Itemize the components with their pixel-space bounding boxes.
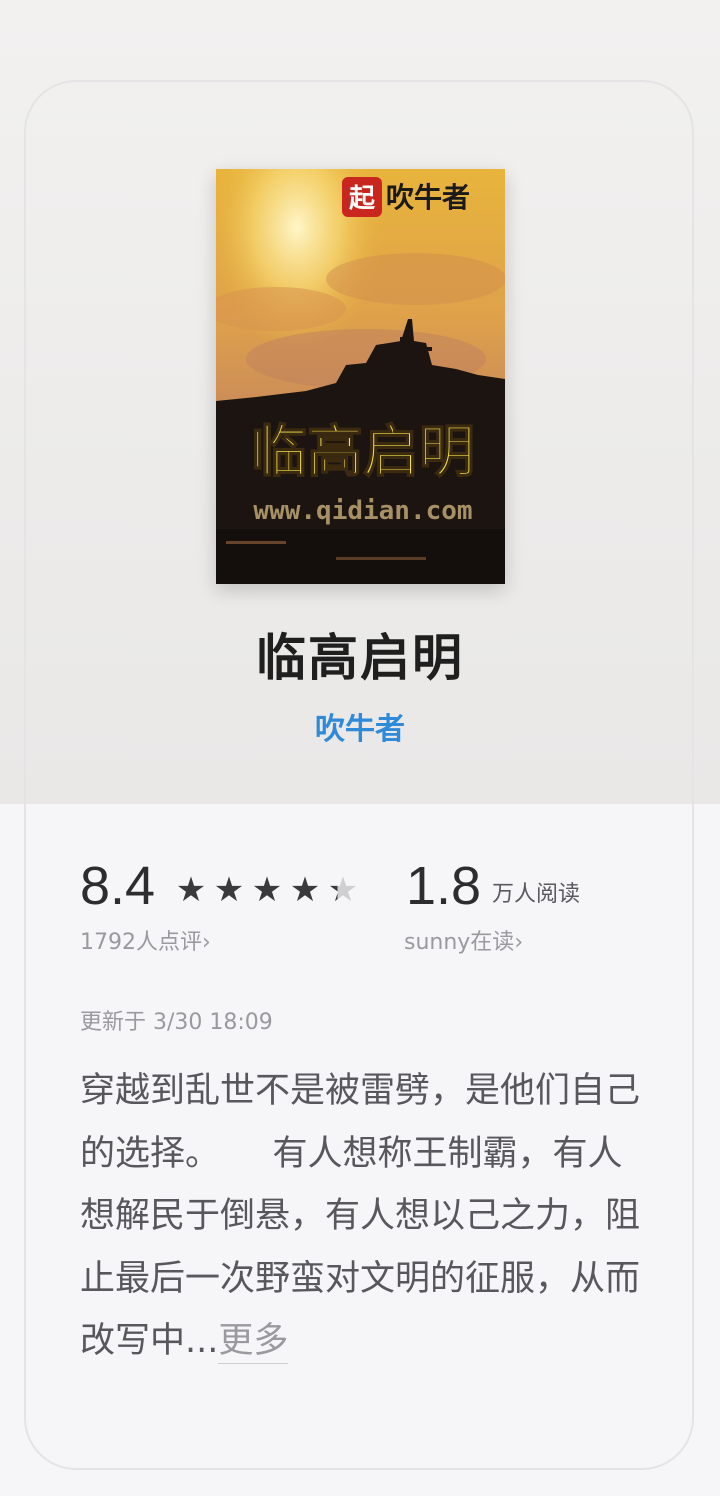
intro-text: 穿越到乱世不是被雷劈，是他们自己的选择。 有人想称王制霸，有人想解民于倒悬，有人… [80, 1071, 641, 1361]
book-author-link[interactable]: 吹牛者 [0, 704, 720, 748]
star-half-icon: ★ [324, 870, 362, 910]
chevron-right-icon: › [514, 930, 524, 955]
cover-watermark: www.qidian.com [253, 496, 472, 526]
more-button[interactable]: 更多 [218, 1321, 289, 1364]
cover-title-text: 临高启明 [251, 420, 475, 485]
reviews-link[interactable]: 1792人点评› [80, 928, 211, 958]
friend-reading-link[interactable]: sunny在读› [404, 928, 523, 958]
friend-reading-label: sunny在读 [404, 930, 515, 955]
rating-stars: ★ ★ ★ ★ ★ [172, 870, 362, 910]
reviews-count-label: 1792人点评 [80, 930, 202, 955]
cover-art: 起 吹牛者 临高启明 www.qidian.com [216, 169, 505, 584]
chevron-right-icon: › [202, 930, 211, 955]
book-title: 临高启明 [256, 628, 464, 687]
cover-badge-char: 起 [349, 184, 376, 214]
star-icon: ★ [213, 870, 245, 910]
readers-count: 1.8 [406, 856, 482, 916]
updated-time: 更新于 3/30 18:09 [80, 1010, 273, 1035]
star-icon: ★ [251, 870, 283, 910]
rating-score: 8.4 [80, 856, 156, 916]
cover-author-text: 吹牛者 [386, 181, 470, 214]
star-icon: ★ [289, 870, 321, 910]
readers-unit: 万人阅读 [492, 882, 581, 907]
book-cover[interactable]: 起 吹牛者 临高启明 www.qidian.com [216, 169, 505, 584]
star-icon: ★ [175, 870, 207, 910]
book-intro: 穿越到乱世不是被雷劈，是他们自己的选择。 有人想称王制霸，有人想解民于倒悬，有人… [80, 1060, 640, 1373]
